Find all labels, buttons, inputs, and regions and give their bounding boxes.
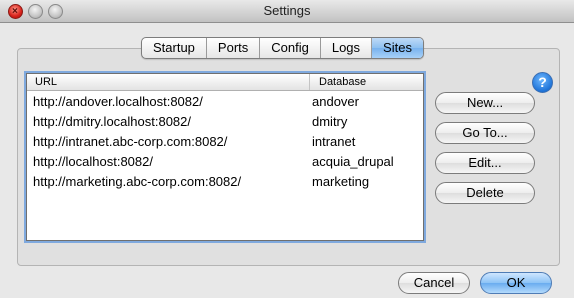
- row-database: acquia_drupal: [312, 154, 394, 169]
- column-header-url[interactable]: URL: [35, 74, 57, 90]
- table-row[interactable]: http://marketing.abc-corp.com:8082/ mark…: [27, 172, 411, 192]
- window-title: Settings: [263, 3, 311, 18]
- tab-bar: Startup Ports Config Logs Sites: [141, 37, 424, 59]
- table-scroll-area[interactable]: [411, 91, 423, 240]
- ok-button[interactable]: OK: [480, 272, 552, 294]
- table-header: URL Database: [27, 74, 423, 91]
- row-url: http://marketing.abc-corp.com:8082/: [33, 174, 242, 189]
- row-database: andover: [312, 94, 359, 109]
- column-divider: [309, 74, 310, 90]
- sites-table[interactable]: URL Database http://andover.localhost:80…: [26, 73, 424, 241]
- tab-logs[interactable]: Logs: [319, 38, 371, 58]
- new-button[interactable]: New...: [435, 92, 535, 114]
- title-bar: × Settings: [0, 0, 574, 23]
- cancel-button[interactable]: Cancel: [398, 272, 470, 294]
- tab-ports[interactable]: Ports: [205, 38, 259, 58]
- row-database: intranet: [312, 134, 356, 149]
- column-header-database[interactable]: Database: [319, 74, 366, 90]
- tab-config[interactable]: Config: [259, 38, 320, 58]
- settings-window: × Settings Startup Ports Config Logs Sit…: [0, 0, 574, 298]
- tab-startup[interactable]: Startup: [142, 38, 206, 58]
- table-row[interactable]: http://dmitry.localhost:8082/ dmitry: [27, 112, 411, 132]
- row-url: http://andover.localhost:8082/: [33, 94, 203, 109]
- help-icon[interactable]: ?: [532, 72, 553, 93]
- row-database: marketing: [312, 174, 370, 189]
- tab-sites[interactable]: Sites: [371, 38, 423, 58]
- row-url: http://localhost:8082/: [33, 154, 153, 169]
- table-row[interactable]: http://intranet.abc-corp.com:8082/ intra…: [27, 132, 411, 152]
- go-to-button[interactable]: Go To...: [435, 122, 535, 144]
- row-database: dmitry: [312, 114, 348, 129]
- row-url: http://dmitry.localhost:8082/: [33, 114, 192, 129]
- table-row[interactable]: http://localhost:8082/ acquia_drupal: [27, 152, 411, 172]
- delete-button[interactable]: Delete: [435, 182, 535, 204]
- table-row[interactable]: http://andover.localhost:8082/ andover: [27, 92, 411, 112]
- edit-button[interactable]: Edit...: [435, 152, 535, 174]
- row-url: http://intranet.abc-corp.com:8082/: [33, 134, 228, 149]
